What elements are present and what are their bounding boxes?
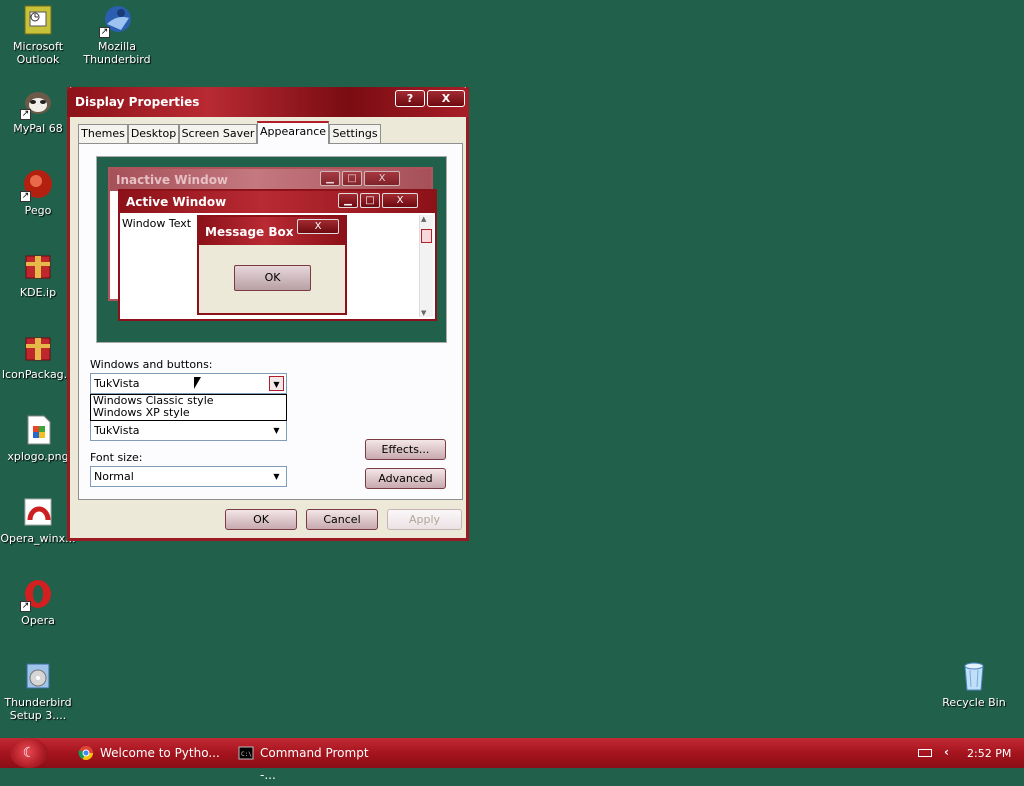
desktop-icon-opera[interactable]: ↗ Opera	[0, 578, 76, 627]
desktop-icon-mypal[interactable]: ↗ MyPal 68	[0, 86, 76, 135]
mouse-pointer-icon	[194, 377, 201, 389]
close-icon: X	[382, 193, 418, 208]
system-tray: ‹ 2:52 PM	[914, 738, 1024, 768]
chevron-left-icon[interactable]: ‹	[944, 745, 949, 759]
opera-icon: ↗	[20, 578, 54, 612]
pego-icon: ↗	[20, 168, 54, 202]
taskbar-item-command-prompt[interactable]: C:\ Command Prompt -...	[238, 742, 388, 782]
maximize-icon: □	[342, 171, 362, 186]
svg-text:C:\: C:\	[241, 751, 252, 758]
tab-appearance[interactable]: Appearance	[257, 121, 329, 144]
taskbar-item-label: Command Prompt -...	[260, 746, 369, 782]
scheme-preview: Inactive Window ▁ □ X Active Window ▁ □ …	[96, 156, 447, 343]
minimize-icon: ▁	[338, 193, 358, 208]
desktop-icon-kde[interactable]: KDE.ip	[0, 250, 76, 299]
help-button[interactable]: ?	[395, 90, 425, 107]
archive-icon	[22, 332, 54, 364]
dropdown-option[interactable]: Windows XP style	[93, 407, 286, 419]
taskbar-item-label: Welcome to Pytho...	[100, 746, 220, 760]
preview-message-box: Message Box X OK	[197, 215, 347, 315]
apply-button[interactable]: Apply	[387, 509, 462, 530]
desktop-icon-thunderbird[interactable]: ↗ Mozilla Thunderbird	[79, 4, 155, 66]
desktop-icon-outlook[interactable]: Microsoft Outlook	[0, 4, 76, 66]
opera-installer-icon	[22, 496, 54, 528]
color-scheme-select[interactable]: TukVista ▼	[90, 420, 287, 441]
advanced-button[interactable]: Advanced	[365, 468, 446, 489]
tab-screen-saver[interactable]: Screen Saver	[179, 124, 257, 143]
window-titlebar[interactable]: Display Properties ? X	[67, 87, 469, 117]
chevron-down-icon[interactable]: ▼	[269, 423, 284, 438]
effects-button[interactable]: Effects...	[365, 439, 446, 460]
desktop-icon-pego[interactable]: ↗ Pego	[0, 168, 76, 217]
windows-buttons-value: TukVista	[94, 377, 140, 390]
color-scheme-value: TukVista	[94, 424, 140, 437]
archive-icon	[22, 250, 54, 282]
mypal-icon: ↗	[20, 86, 54, 120]
chevron-down-icon[interactable]: ▼	[269, 376, 284, 391]
windows-buttons-dropdown-list: Windows Classic style Windows XP style	[90, 394, 287, 421]
keyboard-icon[interactable]	[918, 749, 932, 757]
ok-button[interactable]: OK	[225, 509, 297, 530]
windows-buttons-select[interactable]: TukVista ▼	[90, 373, 287, 394]
preview-window-text: Window Text	[122, 217, 192, 230]
tab-desktop[interactable]: Desktop	[128, 124, 179, 143]
thunderbird-icon: ↗	[99, 4, 133, 38]
preview-ok-button: OK	[234, 265, 311, 291]
font-size-select[interactable]: Normal ▼	[90, 466, 287, 487]
desktop-icon-opera-installer[interactable]: Opera_winx...	[0, 496, 76, 545]
close-icon: X	[364, 171, 400, 186]
recycle-bin-icon	[958, 660, 990, 692]
desktop-icon-xplogo[interactable]: xplogo.png	[0, 414, 76, 463]
tab-settings[interactable]: Settings	[329, 124, 381, 143]
outlook-icon	[22, 4, 54, 36]
close-button[interactable]: X	[427, 90, 465, 107]
chevron-down-icon[interactable]: ▼	[269, 469, 284, 484]
taskbar: ☾ Welcome to Pytho... C:\ Command Prompt…	[0, 738, 1024, 782]
cancel-button[interactable]: Cancel	[306, 509, 378, 530]
desktop-icon-iconpackager[interactable]: IconPackag...	[0, 332, 76, 381]
windows-buttons-label: Windows and buttons:	[90, 358, 213, 371]
font-size-label: Font size:	[90, 451, 143, 464]
taskbar-item-python[interactable]: Welcome to Pytho...	[78, 742, 228, 764]
desktop-icon-recycle-bin[interactable]: Recycle Bin	[936, 660, 1012, 709]
tab-themes[interactable]: Themes	[78, 124, 128, 143]
preview-scrollbar: ▲ ▼	[419, 215, 433, 317]
font-size-value: Normal	[94, 470, 134, 483]
setup-icon	[22, 660, 54, 692]
maximize-icon: □	[360, 193, 380, 208]
minimize-icon: ▁	[320, 171, 340, 186]
desktop-icon-thunderbird-setup[interactable]: Thunderbird Setup 3....	[0, 660, 76, 722]
window-title: Display Properties	[75, 95, 200, 109]
clock[interactable]: 2:52 PM	[967, 747, 1011, 760]
image-file-icon	[22, 414, 54, 446]
chrome-icon	[78, 745, 94, 761]
command-prompt-icon: C:\	[238, 745, 254, 761]
start-button[interactable]: ☾	[10, 738, 48, 768]
close-icon: X	[297, 219, 339, 234]
